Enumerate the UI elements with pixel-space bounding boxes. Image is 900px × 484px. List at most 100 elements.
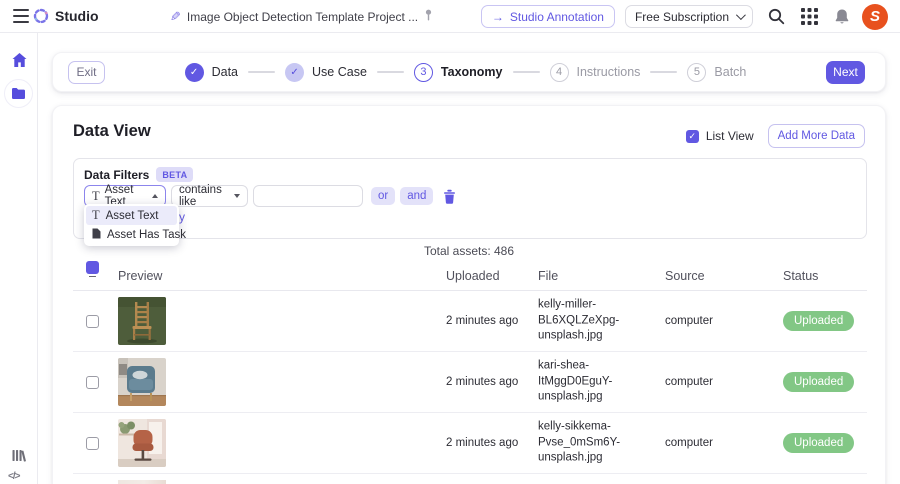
- step-data[interactable]: ✓ Data: [184, 62, 239, 82]
- beta-badge: BETA: [156, 167, 194, 182]
- filters-title: Data Filters: [84, 167, 150, 182]
- status-cell: Uploaded: [783, 311, 855, 331]
- list-view-label: List View: [705, 129, 754, 143]
- project-title[interactable]: Image Object Detection Template Project …: [187, 10, 418, 24]
- apps-grid-icon[interactable]: [796, 4, 822, 30]
- status-cell: Uploaded: [783, 433, 855, 453]
- step-label: Taxonomy: [440, 65, 503, 79]
- library-icon[interactable]: [10, 447, 28, 463]
- select-all-checkbox[interactable]: –: [86, 261, 99, 283]
- caret-up-icon: [152, 194, 158, 198]
- sidebar: </>: [0, 33, 38, 484]
- check-icon: ✓: [189, 66, 199, 78]
- column-header-preview[interactable]: Preview: [118, 261, 162, 291]
- pencil-icon[interactable]: ✎: [170, 9, 181, 24]
- source-cell: computer: [665, 437, 713, 449]
- add-more-data-button[interactable]: Add More Data: [767, 124, 865, 148]
- row-checkbox[interactable]: [86, 376, 99, 389]
- or-chip[interactable]: or: [371, 187, 396, 205]
- document-icon: [92, 228, 101, 242]
- step-label: Data: [211, 65, 239, 79]
- step-connector: [650, 71, 678, 73]
- search-icon[interactable]: [763, 4, 789, 30]
- chevron-down-icon: [735, 10, 746, 21]
- uploaded-cell: 2 minutes ago: [446, 376, 519, 388]
- file-cell: kari-shea-ItMggD0EguY-unsplash.jpg: [538, 359, 613, 403]
- sidebar-item-data[interactable]: [4, 79, 33, 108]
- table-row[interactable]: 2 minutes ago kelly-sikkema-Pvse_0mSm6Y-…: [73, 413, 867, 474]
- table-row[interactable]: 2 minutes ago kelly-miller-BL6XQLZeXpg-u…: [73, 291, 867, 352]
- row-checkbox[interactable]: [86, 315, 99, 328]
- row-checkbox[interactable]: [86, 437, 99, 450]
- pin-icon[interactable]: [424, 8, 433, 26]
- uploaded-cell: 2 minutes ago: [446, 315, 519, 327]
- app-window: Studio ✎ Image Object Detection Template…: [0, 0, 900, 484]
- step-number-circle: 3: [413, 62, 433, 82]
- code-icon[interactable]: </>: [8, 471, 21, 482]
- table-body: 2 minutes ago kelly-miller-BL6XQLZeXpg-u…: [73, 291, 867, 474]
- indeterminate-icon: –: [89, 269, 96, 283]
- subscription-label: Free Subscription: [634, 9, 729, 24]
- checkbox-checked-icon[interactable]: ✓: [685, 129, 699, 143]
- studio-logo: [33, 8, 49, 24]
- data-filters-panel: Data Filters BETA T Asset Text contains …: [73, 158, 867, 246]
- step-taxonomy[interactable]: 3 Taxonomy: [413, 62, 503, 82]
- table-header: – Preview Uploaded File Source Status: [73, 261, 867, 291]
- trash-icon[interactable]: [441, 187, 457, 205]
- studio-annotation-button[interactable]: → Studio Annotation: [480, 5, 615, 28]
- filter-operator-value: contains like: [179, 184, 222, 208]
- subscription-button[interactable]: Free Subscription: [624, 5, 753, 28]
- step-use-case[interactable]: ✓ Use Case: [285, 62, 367, 82]
- folder-icon: [12, 88, 25, 99]
- file-cell: kelly-miller-BL6XQLZeXpg-unsplash.jpg: [538, 298, 620, 342]
- total-assets-count: Total assets: 486: [423, 244, 515, 258]
- asset-thumbnail[interactable]: [118, 419, 166, 467]
- step-label: Use Case: [312, 65, 367, 79]
- list-view-toggle[interactable]: ✓ List View: [685, 129, 754, 143]
- status-badge: Uploaded: [783, 311, 855, 331]
- step-number-circle: 5: [687, 62, 707, 82]
- filters-title-row: Data Filters BETA: [84, 167, 194, 182]
- step-instructions[interactable]: 4 Instructions: [549, 62, 641, 82]
- menu-icon[interactable]: [13, 9, 29, 23]
- step-complete-circle: ✓: [184, 62, 204, 82]
- caret-down-icon: [234, 194, 240, 198]
- column-header-source[interactable]: Source: [665, 261, 705, 291]
- arrow-right-icon: →: [491, 9, 504, 24]
- step-connector: [376, 71, 404, 73]
- column-header-file[interactable]: File: [538, 261, 558, 291]
- avatar[interactable]: S: [862, 3, 888, 30]
- next-button[interactable]: Next: [826, 60, 865, 84]
- source-cell: computer: [665, 376, 713, 388]
- status-badge: Uploaded: [783, 372, 855, 392]
- asset-thumbnail[interactable]: [118, 358, 166, 406]
- app-name: Studio: [55, 8, 99, 24]
- step-label: Instructions: [576, 65, 641, 79]
- home-icon[interactable]: [10, 51, 28, 69]
- page-title: Data View: [73, 122, 151, 140]
- exit-button[interactable]: Exit: [68, 60, 105, 84]
- and-chip[interactable]: and: [400, 187, 434, 205]
- status-badge: Uploaded: [783, 433, 855, 453]
- data-view-controls: ✓ List View Add More Data: [685, 124, 865, 148]
- asset-thumbnail-partial: [118, 480, 166, 484]
- step-batch[interactable]: 5 Batch: [687, 62, 747, 82]
- filter-operator-select[interactable]: contains like: [171, 184, 248, 208]
- uploaded-cell: 2 minutes ago: [446, 437, 519, 449]
- step-complete-circle: ✓: [285, 62, 305, 82]
- dropdown-option-asset-has-task[interactable]: Asset Has Task: [86, 225, 186, 244]
- column-header-uploaded[interactable]: Uploaded: [446, 261, 500, 291]
- asset-thumbnail[interactable]: [118, 297, 166, 345]
- assets-table: – Preview Uploaded File Source Status 2 …: [73, 261, 867, 484]
- data-view-card: Data View ✓ List View Add More Data Data…: [52, 105, 886, 484]
- step-label: Batch: [714, 65, 747, 79]
- step-number-circle: 4: [549, 62, 569, 82]
- check-icon: ✓: [688, 130, 697, 141]
- stepper: ✓ Data ✓ Use Case 3 Taxonomy 4 Instructi…: [105, 62, 826, 82]
- column-header-status[interactable]: Status: [783, 261, 818, 291]
- table-row[interactable]: 2 minutes ago kari-shea-ItMggD0EguY-unsp…: [73, 352, 867, 413]
- bell-icon[interactable]: [829, 4, 855, 30]
- filter-value-input[interactable]: [253, 185, 363, 207]
- dropdown-option-asset-text[interactable]: T Asset Text: [86, 206, 177, 225]
- topbar-actions: → Studio Annotation Free Subscription S: [480, 0, 900, 33]
